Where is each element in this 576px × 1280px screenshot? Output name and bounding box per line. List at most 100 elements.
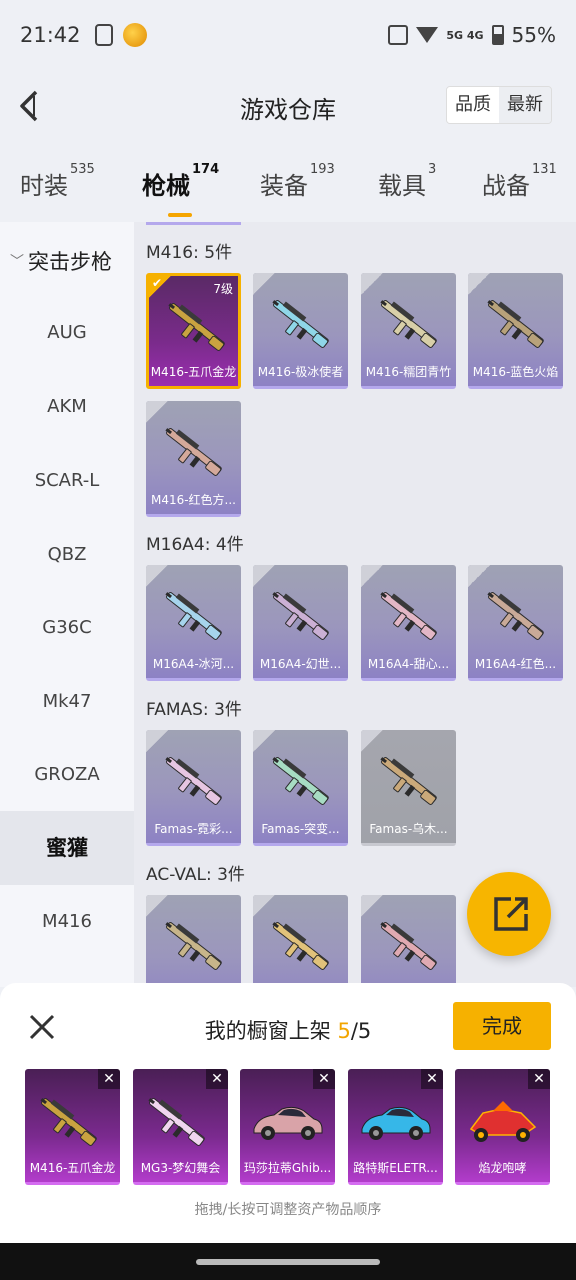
weapon-image (265, 748, 335, 814)
status-bar: 21:42 5G 4G 55% (0, 0, 576, 70)
weapon-type-sidebar: ﹀ 突击步枪 AUG AKM SCAR-L QBZ G36C Mk47 GROZA… (0, 222, 134, 987)
showcase-total: /5 (350, 1019, 372, 1043)
weapon-name: M416-蓝色火焰 (472, 365, 559, 379)
tab-supplies[interactable]: 战备131 (482, 162, 557, 201)
tab-equipment[interactable]: 装备193 (260, 162, 335, 201)
remove-icon[interactable]: ✕ (313, 1069, 335, 1089)
weapon-image (373, 291, 443, 357)
weapon-image (373, 913, 443, 979)
home-gesture-bar[interactable] (196, 1259, 380, 1265)
weapon-image (265, 913, 335, 979)
showcase-item[interactable]: ✕ M416-五爪金龙 (25, 1069, 120, 1185)
weapon-card[interactable]: M416-极冰使者 (253, 273, 348, 389)
sidebar-item-g36c[interactable]: G36C (0, 591, 134, 665)
battery-percent: 55% (511, 23, 556, 47)
group-title: AC-VAL: 3件 (146, 865, 245, 885)
weapon-name: M16A4-甜心... (367, 657, 450, 671)
category-tabs: 时装535 枪械174 装备193 载具3 战备131 (0, 150, 576, 220)
sidebar-item-m416[interactable]: M416 (0, 885, 134, 959)
network-indicator: 5G 4G (446, 28, 484, 42)
weapon-name: Famas-霓彩... (154, 822, 233, 836)
weapon-image (265, 583, 335, 649)
item-name: MG3-梦幻舞会 (140, 1161, 221, 1175)
weapon-card[interactable]: ✔ 7级 M416-五爪金龙 (146, 273, 241, 389)
game-app-icon (122, 23, 147, 47)
sidebar-item-aug[interactable]: AUG (0, 296, 134, 370)
weapon-card[interactable]: Famas-突变... (253, 730, 348, 846)
sort-toggle: 品质 最新 (446, 86, 552, 124)
showcase-item[interactable]: ✕ 焰龙咆哮 (455, 1069, 550, 1185)
weapon-card[interactable]: Famas-霓彩... (146, 730, 241, 846)
tab-label: 载具 (378, 172, 426, 200)
top-bar: 游戏仓库 品质 最新 (0, 70, 576, 142)
tab-label: 战备 (482, 172, 530, 200)
nfc-icon (388, 25, 409, 45)
weapon-card[interactable]: M416-红色方... (146, 401, 241, 517)
sidebar-item-groza[interactable]: GROZA (0, 738, 134, 812)
weapon-image (373, 748, 443, 814)
remove-icon[interactable]: ✕ (206, 1069, 228, 1089)
showcase-item[interactable]: ✕ MG3-梦幻舞会 (133, 1069, 228, 1185)
tab-weapons[interactable]: 枪械174 (142, 162, 219, 217)
weapon-name: M16A4-幻世... (259, 657, 342, 671)
previous-card-edge (146, 222, 241, 225)
weapon-card[interactable]: M416-蓝色火焰 (468, 273, 563, 389)
item-name: 玛莎拉蒂Ghib... (243, 1161, 332, 1175)
sidebar-item-mk47[interactable]: Mk47 (0, 665, 134, 739)
item-name: M416-五爪金龙 (29, 1161, 116, 1175)
weapon-name: M16A4-冰河... (152, 657, 235, 671)
item-image (33, 1089, 111, 1153)
weapon-card[interactable]: Famas-乌木... (361, 730, 456, 846)
weapon-card[interactable]: M416-糯团青竹 (361, 273, 456, 389)
weapon-card[interactable]: M16A4-甜心... (361, 565, 456, 681)
weapon-name: Famas-突变... (261, 822, 340, 836)
weapon-card[interactable]: M16A4-幻世... (253, 565, 348, 681)
weapon-name: Famas-乌木... (369, 822, 448, 836)
tab-label: 枪械 (142, 172, 190, 200)
weapon-image (161, 294, 231, 360)
back-button[interactable] (14, 86, 54, 126)
remove-icon[interactable]: ✕ (528, 1069, 550, 1089)
chevron-down-icon: ﹀ (10, 254, 24, 270)
sort-quality-button[interactable]: 品质 (447, 87, 499, 123)
item-image (248, 1089, 326, 1153)
weapon-name: M416-极冰使者 (257, 365, 344, 379)
showcase-title-text: 我的橱窗上架 (204, 1019, 338, 1043)
sidebar-category-label: 突击步枪 (28, 250, 112, 274)
weapon-card[interactable] (361, 895, 456, 987)
sidebar-item-scar-l[interactable]: SCAR-L (0, 444, 134, 518)
sidebar-category-assault-rifle[interactable]: ﹀ 突击步枪 (10, 246, 112, 276)
share-button[interactable] (467, 872, 551, 956)
sidebar-item-honey-badger[interactable]: 蜜獾 (0, 811, 134, 885)
group-title: M16A4: 4件 (146, 535, 244, 555)
weapon-card[interactable] (253, 895, 348, 987)
item-image (141, 1089, 219, 1153)
tab-count: 193 (310, 162, 335, 177)
tab-fashion[interactable]: 时装535 (20, 162, 95, 201)
showcase-count: 5 (337, 1019, 351, 1043)
weapon-image (265, 291, 335, 357)
done-button[interactable]: 完成 (453, 1002, 551, 1050)
remove-icon[interactable]: ✕ (421, 1069, 443, 1089)
weapon-card[interactable]: M16A4-红色... (468, 565, 563, 681)
weapon-name: M416-红色方... (150, 493, 237, 507)
weapon-image (480, 583, 550, 649)
reorder-hint: 拖拽/长按可调整资产物品顺序 (194, 1202, 382, 1218)
phone-notification-icon (94, 24, 113, 46)
showcase-item[interactable]: ✕ 路特斯ELETR... (348, 1069, 443, 1185)
tab-count: 131 (532, 162, 557, 177)
weapon-image (158, 419, 228, 485)
tab-count: 3 (428, 162, 437, 177)
weapon-name: M416-糯团青竹 (365, 365, 452, 379)
showcase-item[interactable]: ✕ 玛莎拉蒂Ghib... (240, 1069, 335, 1185)
sidebar-item-akm[interactable]: AKM (0, 370, 134, 444)
active-tab-indicator (168, 213, 192, 217)
sort-latest-button[interactable]: 最新 (499, 87, 551, 123)
battery-icon (491, 25, 504, 45)
remove-icon[interactable]: ✕ (98, 1069, 120, 1089)
showcase-sheet: 我的橱窗上架 5/5 完成 ✕ M416-五爪金龙 ✕ MG3-梦幻舞会 ✕ 玛莎拉蒂Gh… (0, 983, 576, 1243)
weapon-card[interactable]: M16A4-冰河... (146, 565, 241, 681)
sidebar-item-qbz[interactable]: QBZ (0, 518, 134, 592)
tab-vehicles[interactable]: 载具3 (378, 162, 436, 201)
weapon-card[interactable] (146, 895, 241, 987)
